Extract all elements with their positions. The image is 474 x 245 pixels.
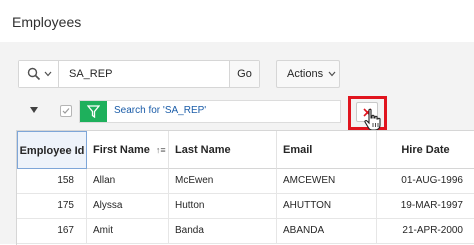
search-column-button[interactable] <box>19 61 59 87</box>
table-row: 158 Allan McEwen AMCEWEN 01-AUG-1996 <box>17 169 474 194</box>
column-header-label: Email <box>283 144 313 156</box>
filter-row: Search for 'SA_REP' <box>0 98 474 126</box>
search-input[interactable] <box>59 61 227 87</box>
cell-first-name: Allan <box>87 169 169 193</box>
column-header-label: Employee Id <box>19 145 85 157</box>
cell-employee-id: 158 <box>17 169 87 193</box>
cell-hire-date: 19-MAR-1997 <box>400 200 463 211</box>
column-header-first-name[interactable]: First Name ↑≡ <box>87 131 169 169</box>
filter-enable-checkbox[interactable] <box>60 105 72 117</box>
sort-ascending-icon: ↑≡ <box>155 145 166 155</box>
cell-first-name: Alyssa <box>87 194 169 218</box>
cell-email: ABANDA <box>277 219 377 243</box>
actions-label: Actions <box>287 68 324 80</box>
column-header-email[interactable]: Email <box>277 131 377 169</box>
cell-email: AHUTTON <box>277 194 377 218</box>
collapse-toggle-icon[interactable] <box>30 107 38 113</box>
report-region: Go Actions Search for 'SA_REP' <box>0 42 474 245</box>
cell-employee-id: 175 <box>17 194 87 218</box>
cell-hire-date: 21-APR-2000 <box>402 225 463 236</box>
cell-email: AMCEWEN <box>277 169 377 193</box>
column-header-label: Hire Date <box>401 144 450 156</box>
page-header: Employees <box>0 0 474 43</box>
search-group: Go <box>18 60 260 88</box>
filter-icon <box>87 105 100 118</box>
page-title: Employees <box>12 14 82 30</box>
cell-last-name: McEwen <box>169 169 277 193</box>
employees-table: Employee Id First Name ↑≡ Last Name Emai… <box>16 130 474 245</box>
table-row: 167 Amit Banda ABANDA 21-APR-2000 <box>17 219 474 244</box>
table-row: 175 Alyssa Hutton AHUTTON 19-MAR-1997 <box>17 194 474 219</box>
column-header-label: First Name <box>93 144 150 156</box>
actions-menu-button[interactable]: Actions <box>276 60 340 88</box>
cell-employee-id: 167 <box>17 219 87 243</box>
search-icon <box>27 67 41 81</box>
cell-last-name: Hutton <box>169 194 277 218</box>
column-header-label: Last Name <box>175 144 231 156</box>
chevron-down-icon <box>328 71 336 77</box>
check-icon <box>62 108 70 114</box>
cell-hire-date: 01-AUG-1996 <box>401 175 463 186</box>
go-button[interactable]: Go <box>229 61 259 87</box>
filter-tag[interactable]: Search for 'SA_REP' <box>79 100 341 123</box>
cell-last-name: Banda <box>169 219 277 243</box>
filter-icon-box <box>80 101 107 122</box>
cell-first-name: Amit <box>87 219 169 243</box>
chevron-down-icon <box>44 71 52 77</box>
column-header-last-name[interactable]: Last Name <box>169 131 277 169</box>
filter-label[interactable]: Search for 'SA_REP' <box>114 105 206 116</box>
column-header-employee-id[interactable]: Employee Id <box>17 131 87 169</box>
column-header-hire-date[interactable]: Hire Date <box>377 131 474 169</box>
hand-pointer-cursor-icon <box>364 108 381 131</box>
